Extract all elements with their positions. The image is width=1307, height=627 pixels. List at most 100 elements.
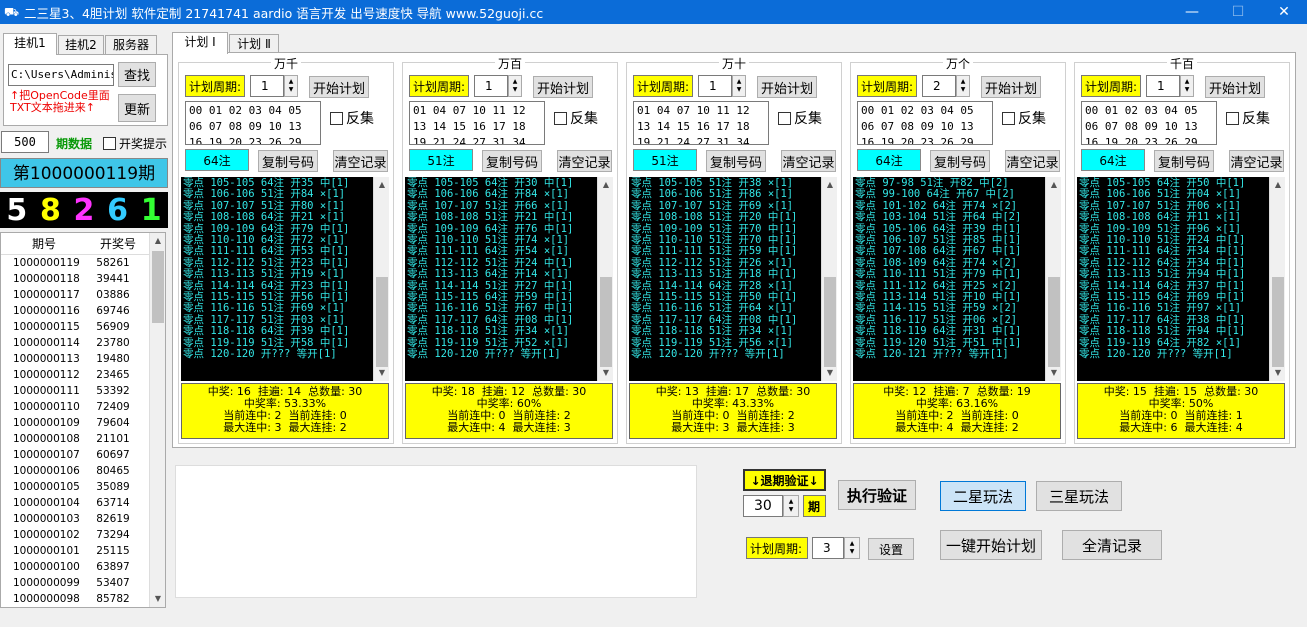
scroll-thumb[interactable] bbox=[600, 277, 612, 367]
scroll-down-arrow[interactable]: ▼ bbox=[598, 365, 614, 381]
scroll-up-arrow[interactable]: ▲ bbox=[150, 233, 165, 249]
col-number[interactable]: 开奖号 bbox=[87, 233, 149, 254]
checkbox-box[interactable] bbox=[554, 111, 567, 125]
history-row[interactable]: 1000000098 85782 bbox=[1, 591, 165, 607]
number-set-box[interactable]: 01 04 07 10 11 12 13 14 15 16 17 18 19 2… bbox=[409, 101, 545, 145]
number-set-box[interactable]: 01 04 07 10 11 12 13 14 15 16 17 18 19 2… bbox=[633, 101, 769, 145]
scroll-thumb[interactable] bbox=[152, 251, 164, 323]
open-prompt-checkbox[interactable]: 开奖提示 bbox=[103, 135, 167, 152]
history-row[interactable]: 1000000101 25115 bbox=[1, 543, 165, 559]
history-list[interactable]: 期号 开奖号 1000000119 58261 1000000118 39441 100… bbox=[0, 232, 166, 608]
col-period[interactable]: 期号 bbox=[1, 233, 87, 254]
history-row[interactable]: 1000000106 80465 bbox=[1, 463, 165, 479]
plan-period-spinner[interactable]: ▲ ▼ bbox=[956, 75, 970, 97]
plan-period-input[interactable]: 1 bbox=[474, 75, 508, 97]
checkbox-box[interactable] bbox=[330, 111, 343, 125]
history-row[interactable]: 1000000116 69746 bbox=[1, 303, 165, 319]
scroll-down-arrow[interactable]: ▼ bbox=[374, 365, 390, 381]
history-row[interactable]: 1000000099 53407 bbox=[1, 575, 165, 591]
checkbox-box[interactable] bbox=[103, 137, 116, 150]
tab-hangup-2[interactable]: 挂机2 bbox=[58, 35, 104, 55]
plan-period-input[interactable]: 2 bbox=[922, 75, 956, 97]
start-plan-button[interactable]: 开始计划 bbox=[309, 76, 369, 98]
plan-period-spinner[interactable]: ▲ ▼ bbox=[844, 537, 860, 559]
set-button[interactable]: 设置 bbox=[868, 538, 914, 560]
scroll-down-arrow[interactable]: ▼ bbox=[1270, 365, 1286, 381]
log-scrollbar[interactable]: ▲ ▼ bbox=[1269, 177, 1285, 381]
scroll-thumb[interactable] bbox=[1272, 277, 1284, 367]
number-set-box[interactable]: 00 01 02 03 04 05 06 07 08 09 10 13 16 1… bbox=[1081, 101, 1217, 145]
plan-period-spinner[interactable]: ▲ ▼ bbox=[508, 75, 522, 97]
reverse-checkbox[interactable]: 反集 bbox=[1002, 108, 1046, 128]
clear-records-button[interactable]: 清空记录 bbox=[333, 150, 388, 172]
scroll-down-arrow[interactable]: ▼ bbox=[1046, 365, 1062, 381]
minimize-button[interactable]: — bbox=[1169, 0, 1215, 24]
history-row[interactable]: 1000000111 53392 bbox=[1, 383, 165, 399]
log-scrollbar[interactable]: ▲ ▼ bbox=[597, 177, 613, 381]
maximize-button[interactable]: ☐ bbox=[1215, 0, 1261, 24]
history-row[interactable]: 1000000115 56909 bbox=[1, 319, 165, 335]
number-set-box[interactable]: 00 01 02 03 04 05 06 07 08 09 10 13 16 1… bbox=[857, 101, 993, 145]
scroll-down-arrow[interactable]: ▼ bbox=[822, 365, 838, 381]
clear-records-button[interactable]: 清空记录 bbox=[557, 150, 612, 172]
clear-records-button[interactable]: 清空记录 bbox=[781, 150, 836, 172]
history-row[interactable]: 1000000110 72409 bbox=[1, 399, 165, 415]
checkbox-box[interactable] bbox=[778, 111, 791, 125]
plan-period-input[interactable]: 1 bbox=[698, 75, 732, 97]
reverse-checkbox[interactable]: 反集 bbox=[554, 108, 598, 128]
scroll-thumb[interactable] bbox=[824, 277, 836, 367]
history-row[interactable]: 1000000112 23465 bbox=[1, 367, 165, 383]
copy-numbers-button[interactable]: 复制号码 bbox=[482, 150, 542, 172]
scroll-up-arrow[interactable]: ▲ bbox=[1270, 177, 1286, 193]
data-count-input[interactable]: 500 bbox=[1, 131, 49, 153]
reverse-checkbox[interactable]: 反集 bbox=[778, 108, 822, 128]
log-scrollbar[interactable]: ▲ ▼ bbox=[821, 177, 837, 381]
two-star-button[interactable]: 二星玩法 bbox=[940, 481, 1026, 511]
history-row[interactable]: 1000000100 63897 bbox=[1, 559, 165, 575]
history-row[interactable]: 1000000118 39441 bbox=[1, 271, 165, 287]
copy-numbers-button[interactable]: 复制号码 bbox=[258, 150, 318, 172]
history-row[interactable]: 1000000109 79604 bbox=[1, 415, 165, 431]
find-button[interactable]: 查找 bbox=[118, 62, 156, 87]
plan-period-input[interactable]: 3 bbox=[812, 537, 844, 559]
clear-records-button[interactable]: 清空记录 bbox=[1229, 150, 1284, 172]
copy-numbers-button[interactable]: 复制号码 bbox=[930, 150, 990, 172]
file-path-input[interactable]: C:\Users\Administ bbox=[8, 64, 114, 86]
scroll-up-arrow[interactable]: ▲ bbox=[598, 177, 614, 193]
number-set-box[interactable]: 00 01 02 03 04 05 06 07 08 09 10 13 16 1… bbox=[185, 101, 321, 145]
clear-all-button[interactable]: 全清记录 bbox=[1062, 530, 1162, 560]
checkbox-box[interactable] bbox=[1226, 111, 1239, 125]
checkbox-box[interactable] bbox=[1002, 111, 1015, 125]
backtest-spinner[interactable]: ▲ ▼ bbox=[783, 495, 799, 517]
start-all-button[interactable]: 一键开始计划 bbox=[940, 530, 1042, 560]
output-area[interactable] bbox=[175, 465, 697, 598]
copy-numbers-button[interactable]: 复制号码 bbox=[706, 150, 766, 172]
history-row[interactable]: 1000000102 73294 bbox=[1, 527, 165, 543]
execute-verify-button[interactable]: 执行验证 bbox=[838, 480, 916, 510]
three-star-button[interactable]: 三星玩法 bbox=[1036, 481, 1122, 511]
history-row[interactable]: 1000000105 35089 bbox=[1, 479, 165, 495]
plan-period-input[interactable]: 1 bbox=[250, 75, 284, 97]
start-plan-button[interactable]: 开始计划 bbox=[981, 76, 1041, 98]
tab-plan-2[interactable]: 计划 Ⅱ bbox=[229, 34, 279, 54]
copy-numbers-button[interactable]: 复制号码 bbox=[1154, 150, 1214, 172]
history-row[interactable]: 1000000104 63714 bbox=[1, 495, 165, 511]
scroll-up-arrow[interactable]: ▲ bbox=[374, 177, 390, 193]
history-row[interactable]: 1000000113 19480 bbox=[1, 351, 165, 367]
history-row[interactable]: 1000000103 82619 bbox=[1, 511, 165, 527]
history-row[interactable]: 1000000107 60697 bbox=[1, 447, 165, 463]
log-scrollbar[interactable]: ▲ ▼ bbox=[373, 177, 389, 381]
close-button[interactable]: ✕ bbox=[1261, 0, 1307, 24]
scroll-up-arrow[interactable]: ▲ bbox=[1046, 177, 1062, 193]
backtest-input[interactable]: 30 bbox=[743, 495, 783, 517]
history-row[interactable]: 1000000114 23780 bbox=[1, 335, 165, 351]
start-plan-button[interactable]: 开始计划 bbox=[533, 76, 593, 98]
log-scrollbar[interactable]: ▲ ▼ bbox=[1045, 177, 1061, 381]
tab-plan-1[interactable]: 计划 Ⅰ bbox=[172, 32, 228, 54]
history-scrollbar[interactable]: ▲ ▼ bbox=[149, 233, 165, 607]
plan-period-spinner[interactable]: ▲ ▼ bbox=[1180, 75, 1194, 97]
clear-records-button[interactable]: 清空记录 bbox=[1005, 150, 1060, 172]
history-row[interactable]: 1000000117 03886 bbox=[1, 287, 165, 303]
reverse-checkbox[interactable]: 反集 bbox=[330, 108, 374, 128]
scroll-up-arrow[interactable]: ▲ bbox=[822, 177, 838, 193]
